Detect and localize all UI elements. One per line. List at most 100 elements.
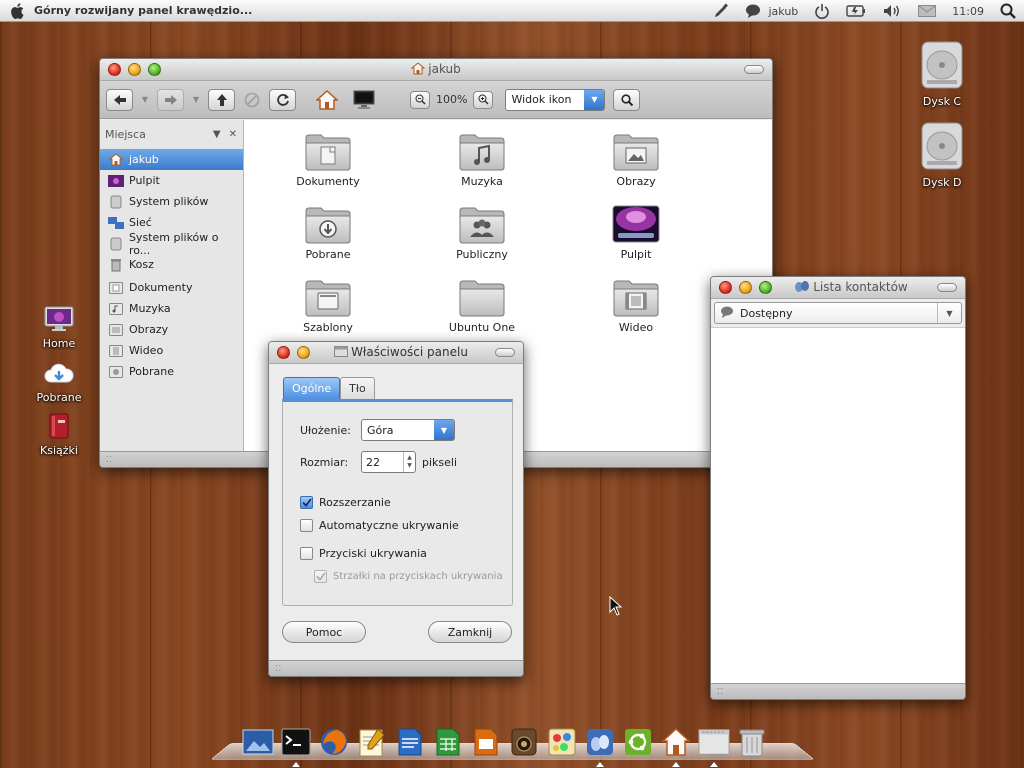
home-button[interactable] bbox=[316, 89, 338, 111]
close-window-button[interactable] bbox=[277, 346, 290, 359]
speaker-icon[interactable] bbox=[508, 726, 540, 758]
home-folder-icon[interactable] bbox=[660, 726, 692, 767]
close-sidebar-icon[interactable]: ✕ bbox=[229, 129, 237, 140]
view-mode-select[interactable]: Widok ikon ▼ bbox=[505, 88, 606, 111]
close-button[interactable]: Zamknij bbox=[428, 621, 512, 643]
close-window-button[interactable] bbox=[108, 63, 121, 76]
minimize-window-button[interactable] bbox=[128, 63, 141, 76]
hide-buttons-checkbox[interactable] bbox=[300, 547, 313, 560]
clock[interactable]: 11:09 bbox=[952, 5, 984, 18]
stop-icon[interactable] bbox=[241, 92, 263, 108]
videos-folder[interactable]: Wideo bbox=[581, 278, 691, 334]
music-folder[interactable]: Muzyka bbox=[427, 132, 537, 188]
sidebar-mode-dropdown[interactable]: ▼ bbox=[213, 129, 221, 140]
documents-folder[interactable]: Dokumenty bbox=[273, 132, 383, 188]
calc-icon[interactable] bbox=[432, 726, 464, 758]
decrement-icon[interactable]: ▼ bbox=[407, 462, 412, 470]
search-button[interactable] bbox=[613, 88, 641, 111]
zoom-in-button[interactable] bbox=[473, 90, 494, 109]
maximize-window-button[interactable] bbox=[759, 281, 772, 294]
desktop-icon-downloads[interactable]: Pobrane bbox=[29, 362, 89, 404]
ubuntu-one-folder[interactable]: Ubuntu One bbox=[427, 278, 537, 334]
minimize-window-button[interactable] bbox=[297, 346, 310, 359]
downloads-folder[interactable]: Pobrane bbox=[273, 205, 383, 261]
sidebar-item[interactable]: Muzyka bbox=[100, 298, 243, 319]
pictures-folder-icon bbox=[108, 323, 124, 336]
volume-icon[interactable] bbox=[882, 4, 902, 18]
window-titlebar[interactable]: Lista kontaktów bbox=[711, 277, 965, 299]
availability-select[interactable]: Dostępny ▼ bbox=[714, 302, 962, 324]
window-titlebar[interactable]: Właściwości panelu bbox=[269, 342, 523, 364]
size-spinbox[interactable]: 22 ▲ ▼ bbox=[361, 451, 416, 473]
resize-grip-icon[interactable]: ⁚⁚ bbox=[106, 455, 113, 464]
sidebar-item[interactable]: System plików bbox=[100, 191, 243, 212]
reload-button[interactable] bbox=[269, 88, 296, 111]
forward-button[interactable] bbox=[157, 88, 184, 111]
hide-buttons-row[interactable]: Przyciski ukrywania bbox=[300, 547, 427, 560]
pictures-folder[interactable]: Obrazy bbox=[581, 132, 691, 188]
computer-button[interactable] bbox=[352, 89, 376, 111]
desktop-icon-books[interactable]: Książki bbox=[29, 413, 89, 457]
window-icon[interactable] bbox=[698, 726, 730, 767]
pidgin-icon[interactable] bbox=[584, 726, 616, 767]
panel-app-title[interactable]: Górny rozwijany panel krawędzio... bbox=[34, 4, 252, 17]
firefox-icon[interactable] bbox=[318, 726, 350, 758]
help-button[interactable]: Pomoc bbox=[282, 621, 366, 643]
close-window-button[interactable] bbox=[719, 281, 732, 294]
battery-icon[interactable] bbox=[846, 4, 866, 18]
window-titlebar[interactable]: jakub bbox=[100, 59, 772, 81]
ubuntu-icon[interactable] bbox=[622, 726, 654, 758]
public-folder[interactable]: Publiczny bbox=[427, 205, 537, 261]
trash-icon[interactable] bbox=[736, 726, 768, 758]
expand-row[interactable]: Rozszerzanie bbox=[300, 496, 391, 509]
desktop-folder[interactable]: Pulpit bbox=[581, 205, 691, 261]
autohide-checkbox[interactable] bbox=[300, 519, 313, 532]
sidebar-item[interactable]: Kosz bbox=[100, 254, 243, 275]
back-history-dropdown[interactable]: ▼ bbox=[139, 95, 151, 104]
tab-general[interactable]: Ogólne bbox=[283, 377, 341, 399]
network-icon bbox=[108, 216, 124, 229]
sidebar-item[interactable]: Pulpit bbox=[100, 170, 243, 191]
sidebar-item[interactable]: System plików o ro... bbox=[100, 231, 243, 257]
expand-checkbox[interactable] bbox=[300, 496, 313, 509]
toggle-toolbar-button[interactable] bbox=[937, 283, 957, 292]
autohide-row[interactable]: Automatyczne ukrywanie bbox=[300, 519, 459, 532]
zoom-level[interactable]: 100% bbox=[436, 93, 467, 106]
desktop-icon-disk-c[interactable]: Dysk C bbox=[912, 40, 972, 108]
up-button[interactable] bbox=[208, 88, 235, 111]
orientation-select[interactable]: Góra ▼ bbox=[361, 419, 455, 441]
zoom-out-button[interactable] bbox=[410, 90, 430, 109]
sidebar-item[interactable]: Dokumenty bbox=[100, 277, 243, 298]
text-editor-icon[interactable] bbox=[356, 726, 388, 758]
mail-icon[interactable] bbox=[918, 5, 937, 17]
resize-grip-icon[interactable]: ⁚⁚ bbox=[717, 687, 724, 696]
impress-icon[interactable] bbox=[470, 726, 502, 758]
templates-folder[interactable]: Szablony bbox=[273, 278, 383, 334]
tab-background[interactable]: Tło bbox=[340, 377, 375, 399]
preview-icon[interactable] bbox=[242, 726, 274, 758]
apple-menu-icon[interactable] bbox=[0, 0, 34, 22]
increment-icon[interactable]: ▲ bbox=[407, 454, 412, 462]
power-icon[interactable] bbox=[814, 3, 830, 19]
sidebar-item[interactable]: Pobrane bbox=[100, 361, 243, 382]
desktop-icon-home[interactable]: Home bbox=[29, 306, 89, 350]
search-icon[interactable] bbox=[1000, 3, 1016, 19]
desktop-icon-disk-d[interactable]: Dysk D bbox=[912, 121, 972, 189]
sidebar-item[interactable]: Obrazy bbox=[100, 319, 243, 340]
resize-grip-icon[interactable]: ⁚⁚ bbox=[275, 664, 282, 673]
user-menu[interactable]: jakub bbox=[769, 5, 799, 18]
sidebar-item[interactable]: jakub bbox=[100, 149, 243, 170]
paint-icon[interactable] bbox=[546, 726, 578, 758]
maximize-window-button[interactable] bbox=[148, 63, 161, 76]
minimize-window-button[interactable] bbox=[739, 281, 752, 294]
chat-status-icon[interactable] bbox=[745, 4, 761, 18]
sidebar-item[interactable]: Wideo bbox=[100, 340, 243, 361]
terminal-icon[interactable] bbox=[280, 726, 312, 767]
forward-history-dropdown[interactable]: ▼ bbox=[190, 95, 202, 104]
back-button[interactable] bbox=[106, 88, 133, 111]
pen-icon[interactable] bbox=[713, 3, 729, 19]
toggle-toolbar-button[interactable] bbox=[495, 348, 515, 357]
contacts-list[interactable] bbox=[711, 327, 965, 683]
toggle-toolbar-button[interactable] bbox=[744, 65, 764, 74]
writer-icon[interactable] bbox=[394, 726, 426, 758]
